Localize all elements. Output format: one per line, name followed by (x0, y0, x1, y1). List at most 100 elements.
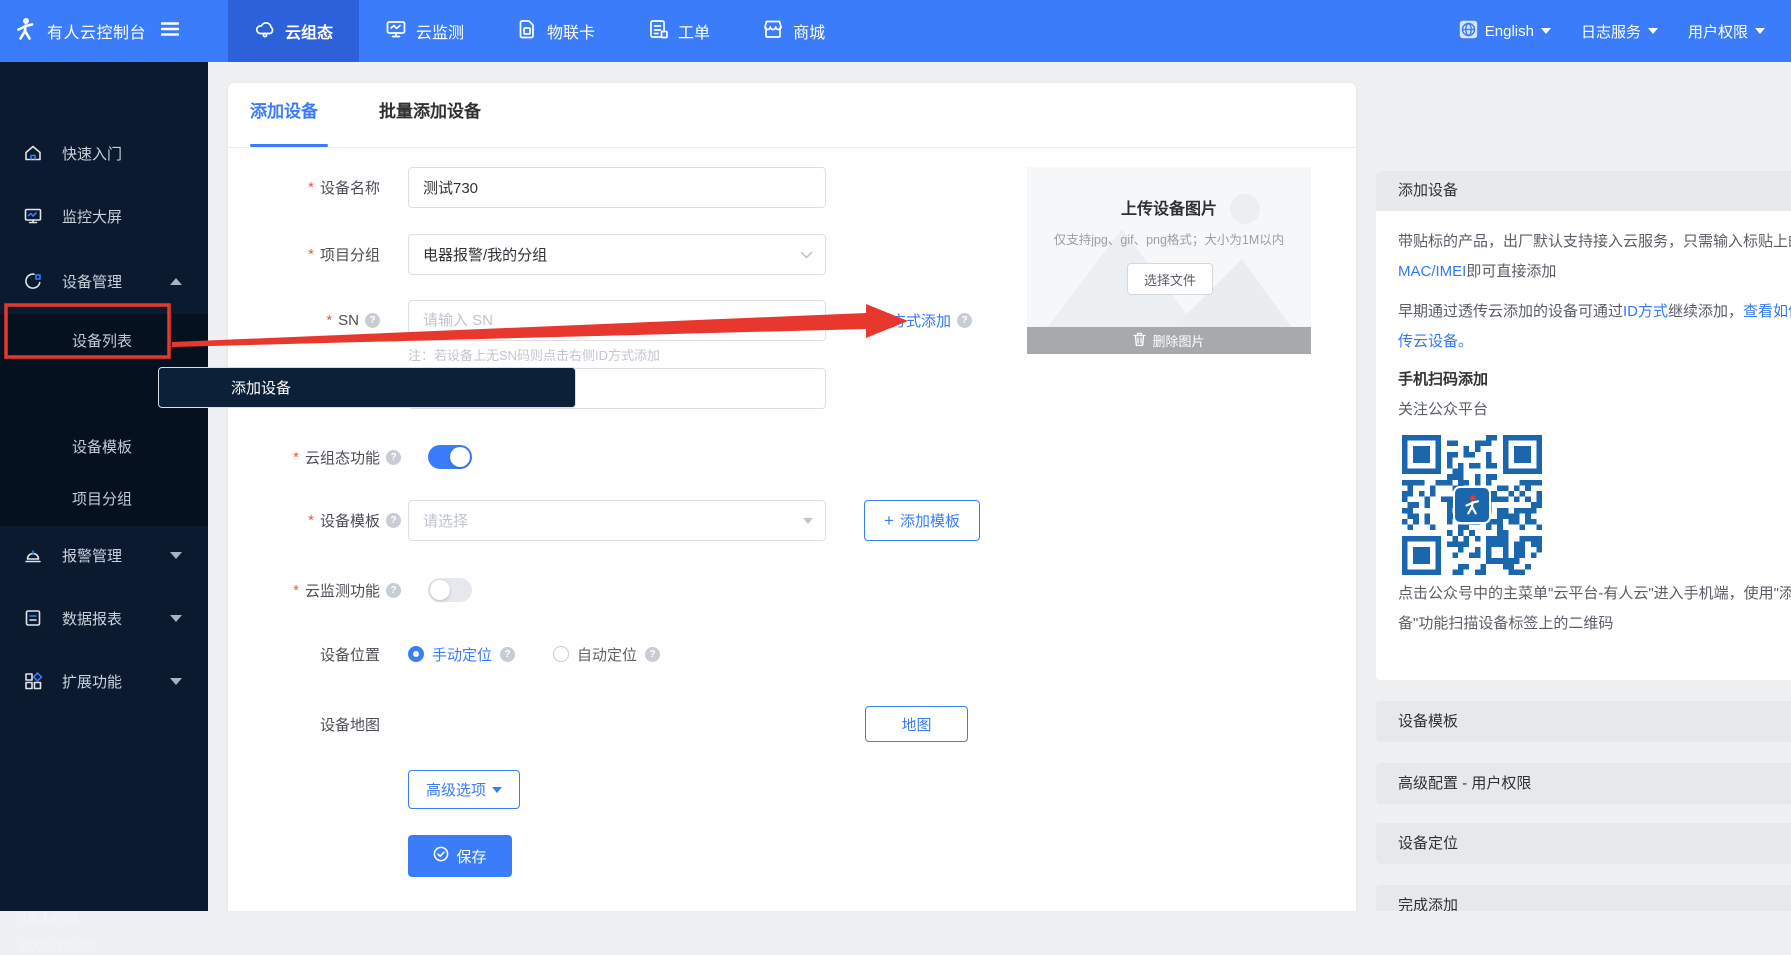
sim-card-icon (516, 18, 538, 45)
caret-down-icon (803, 501, 813, 540)
chevron-down-icon (170, 552, 182, 559)
qr-center-logo-icon (1453, 486, 1491, 524)
question-icon[interactable]: ? (365, 313, 380, 328)
user-permission-menu[interactable]: 用户权限 (1688, 21, 1765, 42)
alarm-icon (22, 544, 44, 566)
main-content: 添加设备 批量添加设备 * 设备名称 * 项目分组 电器报警/我的分组 (208, 62, 1791, 911)
question-icon[interactable]: ? (957, 313, 972, 328)
auto-location-label[interactable]: 自动定位 (577, 644, 637, 665)
id-mode-link[interactable]: ID方式 (1623, 303, 1668, 320)
language-menu[interactable]: English (1459, 20, 1551, 43)
report-icon (22, 607, 44, 629)
device-map-label: 设备地图 (250, 706, 380, 742)
chevron-down-icon (1648, 28, 1658, 34)
question-icon[interactable]: ? (386, 583, 401, 598)
sidebar-item-label: 项目分组 (72, 488, 132, 509)
tab-cloud-scada[interactable]: 云组态 (228, 0, 359, 62)
required-mark: * (293, 582, 299, 599)
view-how-link[interactable]: 查看如何 (1743, 303, 1791, 320)
upload-hint: 仅支持jpg、gif、png格式；大小为1M以内 (1027, 229, 1311, 248)
sidebar-item-add-device[interactable]: 添加设备 (158, 367, 576, 408)
toggle-knob (430, 580, 450, 600)
sidebar-item-device-template[interactable]: 设备模板 (0, 420, 208, 472)
add-template-button[interactable]: + 添加模板 (864, 500, 980, 541)
help-paragraph-line[interactable]: 传云设备。 (1398, 327, 1791, 357)
tab-label: 工单 (678, 19, 710, 43)
device-mgmt-submenu: 设备列表 添加设备 设备模板 项目分组 (0, 314, 208, 526)
device-location-row: 设备位置 手动定位 ? 自动定位 ? (250, 644, 1334, 664)
clock-date: 2020-02-22 (20, 938, 97, 955)
tab-cloud-monitor[interactable]: 云监测 (359, 0, 490, 62)
tab-iot-card[interactable]: 物联卡 (490, 0, 621, 62)
sidebar-item-label: 设备列表 (72, 330, 132, 351)
cloud-monitor-toggle[interactable] (428, 578, 472, 602)
hamburger-menu-icon[interactable] (161, 21, 179, 42)
chevron-down-icon (1541, 28, 1551, 34)
device-template-row: * 设备模板 ? 请选择 + 添加模板 (250, 500, 1334, 541)
tab-label: 物联卡 (547, 19, 595, 43)
sn-note: 注：若设备上无SN码则点击右侧ID方式添加 (408, 345, 660, 364)
map-button[interactable]: 地图 (865, 706, 968, 742)
mac-imei-link[interactable]: MAC/IMEI (1398, 263, 1466, 280)
question-icon[interactable]: ? (386, 513, 401, 528)
brand-title: 有人云控制台 (47, 19, 146, 43)
brand[interactable]: 有人云控制台 (0, 0, 208, 62)
device-template-label: * 设备模板 ? (250, 500, 380, 541)
sidebar-item-data-report[interactable]: 数据报表 (0, 593, 208, 643)
sidebar: 快速入门 监控大屏 设备管理 设备列表 添加设备 设备模板 (0, 62, 208, 911)
sidebar-item-dashboard[interactable]: 监控大屏 (0, 191, 208, 241)
language-label: English (1485, 23, 1534, 40)
scan-add-subtitle: 关注公众平台 (1398, 395, 1791, 425)
device-name-label: * 设备名称 (250, 167, 380, 208)
help-section-finish-add[interactable]: 完成添加 (1376, 885, 1791, 911)
help-section-device-template[interactable]: 设备模板 (1376, 701, 1791, 742)
question-icon[interactable]: ? (386, 450, 401, 465)
sidebar-item-alarm-mgmt[interactable]: 报警管理 (0, 530, 208, 580)
manual-location-radio[interactable] (408, 646, 424, 662)
chevron-down-icon (170, 678, 182, 685)
question-icon[interactable]: ? (645, 647, 660, 662)
cloud-icon (254, 18, 276, 45)
sidebar-item-device-list[interactable]: 设备列表 (0, 314, 208, 366)
upload-device-image-panel: 上传设备图片 仅支持jpg、gif、png格式；大小为1M以内 选择文件 删除图… (1027, 167, 1311, 354)
sidebar-item-device-mgmt[interactable]: 设备管理 (0, 256, 208, 306)
question-icon[interactable]: ? (500, 647, 515, 662)
sn-label: * SN ? (250, 300, 380, 341)
project-group-label: * 项目分组 (250, 234, 380, 275)
help-section-device-location[interactable]: 设备定位 (1376, 823, 1791, 864)
extensions-grid-icon (22, 670, 44, 692)
delete-image-bar[interactable]: 删除图片 (1027, 327, 1311, 354)
project-group-select[interactable]: 电器报警/我的分组 (408, 234, 826, 275)
form-tab-batch-add[interactable]: 批量添加设备 (379, 97, 481, 122)
caret-down-icon (492, 787, 502, 793)
auto-location-radio[interactable] (553, 646, 569, 662)
manual-location-label[interactable]: 手动定位 (432, 644, 492, 665)
tab-mall[interactable]: 商城 (736, 0, 851, 62)
tab-label: 云组态 (285, 19, 333, 43)
sidebar-item-quick-start[interactable]: 快速入门 (0, 128, 208, 178)
sidebar-item-project-group[interactable]: 项目分组 (0, 472, 208, 524)
device-map-row: 设备地图 地图 (250, 706, 1334, 742)
help-section-advanced-permission[interactable]: 高级配置 - 用户权限 (1376, 763, 1791, 804)
choose-file-button[interactable]: 选择文件 (1127, 263, 1213, 295)
chevron-up-icon (170, 278, 182, 285)
sidebar-item-extensions[interactable]: 扩展功能 (0, 656, 208, 706)
device-name-input[interactable] (408, 167, 826, 208)
tab-label: 商城 (793, 19, 825, 43)
tab-work-order[interactable]: 工单 (621, 0, 736, 62)
required-mark: * (326, 312, 332, 329)
save-button[interactable]: 保存 (408, 835, 512, 877)
cloud-scada-toggle[interactable] (428, 445, 472, 469)
cloud-monitor-label: * 云监测功能 ? (250, 578, 380, 603)
form-tab-add-device[interactable]: 添加设备 (250, 97, 318, 122)
advanced-options-button[interactable]: 高级选项 (408, 770, 520, 809)
clock-time: 18:14:28 (20, 910, 78, 927)
add-by-id-link[interactable]: ID方式添加 ? (876, 300, 972, 341)
sn-input[interactable] (408, 300, 826, 341)
chevron-down-icon (1755, 28, 1765, 34)
globe-icon (1459, 20, 1478, 43)
log-service-menu[interactable]: 日志服务 (1581, 21, 1658, 42)
help-section-title: 添加设备 (1376, 171, 1791, 211)
device-template-select[interactable]: 请选择 (408, 500, 826, 541)
help-paragraph-line: 带贴标的产品，出厂默认支持接入云服务，只需输入标贴上的 (1398, 227, 1791, 257)
